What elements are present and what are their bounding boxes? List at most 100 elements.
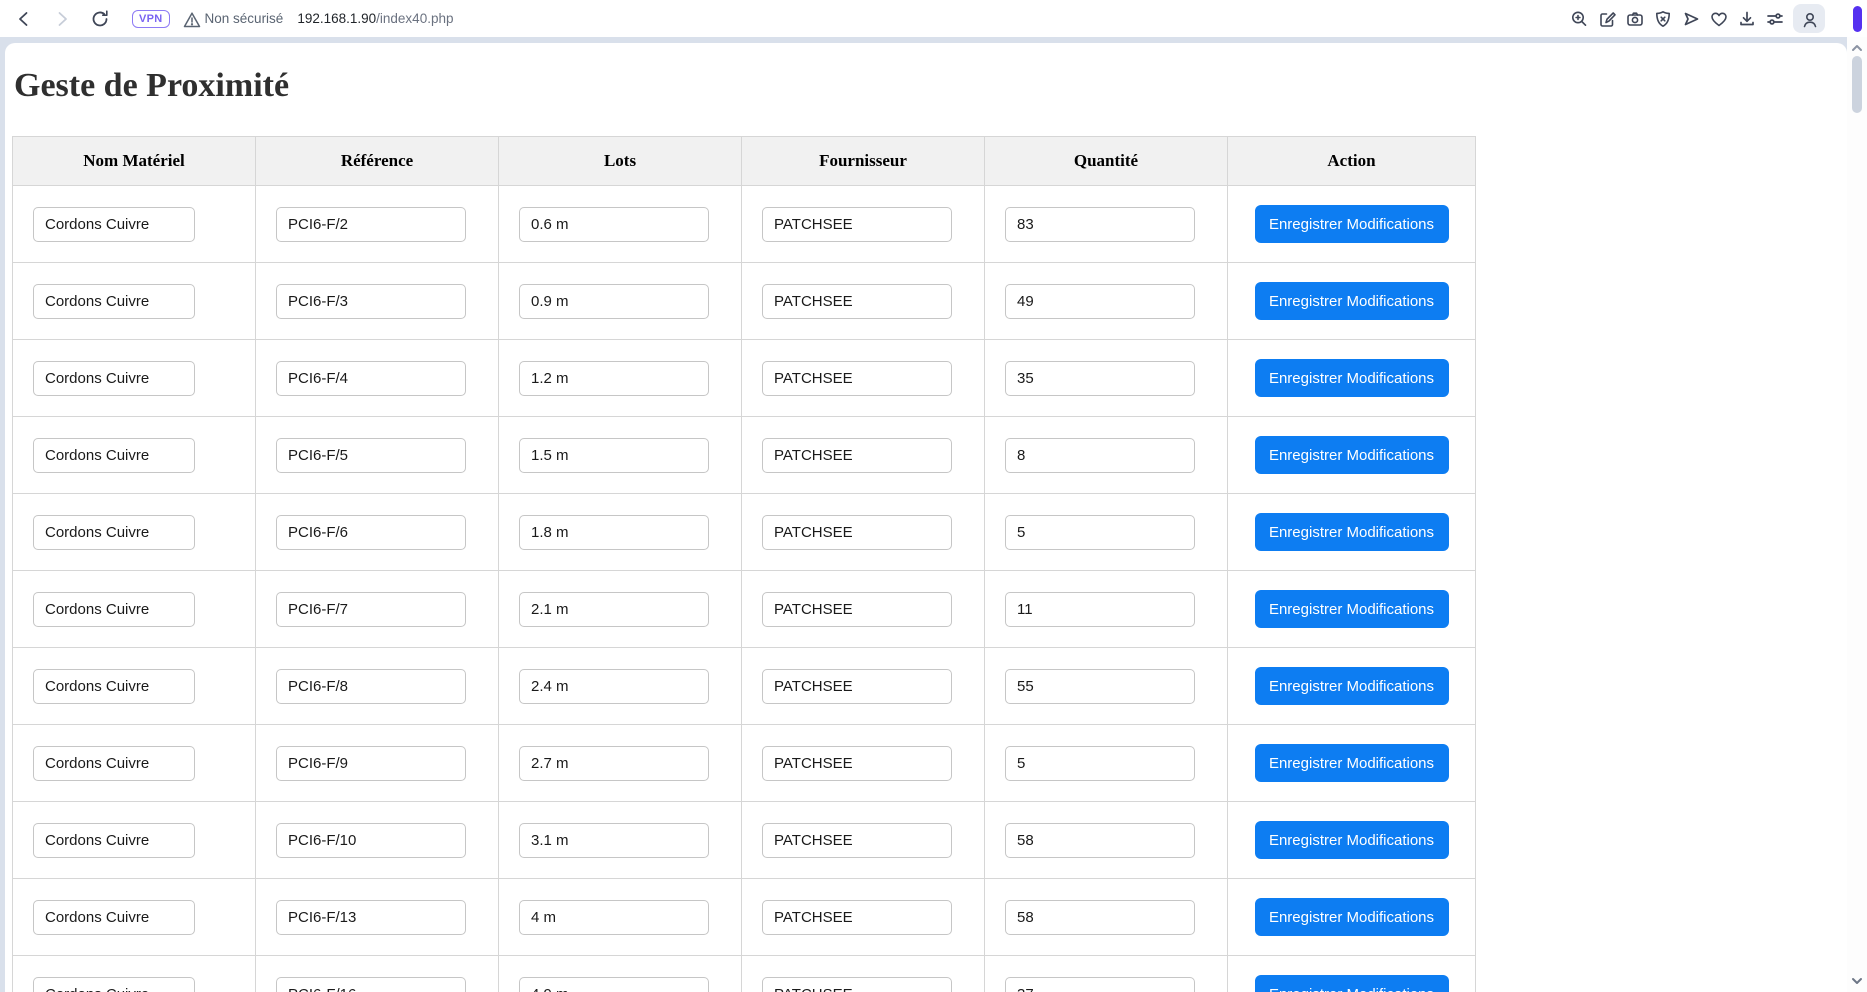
- quantite-input[interactable]: [1005, 592, 1195, 627]
- lots-input[interactable]: [519, 669, 709, 704]
- quantite-input[interactable]: [1005, 746, 1195, 781]
- reference-input[interactable]: [276, 207, 466, 242]
- fournisseur-input[interactable]: [762, 284, 952, 319]
- nom-materiel-input[interactable]: [33, 900, 195, 935]
- fournisseur-input[interactable]: [762, 669, 952, 704]
- column-header-nom-materiel: Nom Matériel: [13, 137, 256, 186]
- profile-person-icon: [1800, 10, 1818, 28]
- address-url[interactable]: 192.168.1.90/index40.php: [297, 11, 453, 26]
- fournisseur-input[interactable]: [762, 515, 952, 550]
- page-scrollbar[interactable]: [1847, 37, 1867, 992]
- url-path: /index40.php: [376, 11, 453, 26]
- quantite-input[interactable]: [1005, 669, 1195, 704]
- fournisseur-input[interactable]: [762, 592, 952, 627]
- reference-input[interactable]: [276, 977, 466, 992]
- favorites-heart-icon[interactable]: [1709, 9, 1729, 29]
- nom-materiel-input[interactable]: [33, 592, 195, 627]
- lots-input[interactable]: [519, 592, 709, 627]
- lots-input[interactable]: [519, 977, 709, 992]
- save-row-button[interactable]: Enregistrer Modifications: [1255, 744, 1449, 782]
- quantite-input[interactable]: [1005, 977, 1195, 992]
- save-row-button[interactable]: Enregistrer Modifications: [1255, 667, 1449, 705]
- reload-button[interactable]: [90, 9, 110, 29]
- material-row: Enregistrer Modifications: [13, 802, 1476, 879]
- scroll-up-arrow-icon[interactable]: [1850, 41, 1864, 55]
- save-row-button[interactable]: Enregistrer Modifications: [1255, 359, 1449, 397]
- lots-input[interactable]: [519, 746, 709, 781]
- reference-input[interactable]: [276, 823, 466, 858]
- nom-materiel-input[interactable]: [33, 361, 195, 396]
- camera-screenshot-icon[interactable]: [1625, 9, 1645, 29]
- lots-input[interactable]: [519, 284, 709, 319]
- quantite-input[interactable]: [1005, 438, 1195, 473]
- forward-button[interactable]: [52, 9, 72, 29]
- quantite-input[interactable]: [1005, 900, 1195, 935]
- save-row-button[interactable]: Enregistrer Modifications: [1255, 205, 1449, 243]
- material-row: Enregistrer Modifications: [13, 571, 1476, 648]
- save-row-button[interactable]: Enregistrer Modifications: [1255, 898, 1449, 936]
- fournisseur-input[interactable]: [762, 977, 952, 992]
- reference-input[interactable]: [276, 361, 466, 396]
- quantite-input[interactable]: [1005, 361, 1195, 396]
- edit-notes-icon[interactable]: [1597, 9, 1617, 29]
- lots-input[interactable]: [519, 823, 709, 858]
- nom-materiel-input[interactable]: [33, 438, 195, 473]
- save-row-button[interactable]: Enregistrer Modifications: [1255, 590, 1449, 628]
- fournisseur-input[interactable]: [762, 900, 952, 935]
- scrollbar-thumb[interactable]: [1852, 56, 1862, 113]
- lots-input[interactable]: [519, 438, 709, 473]
- lots-input[interactable]: [519, 361, 709, 396]
- save-row-button[interactable]: Enregistrer Modifications: [1255, 436, 1449, 474]
- materials-table: Nom Matériel Référence Lots Fournisseur …: [12, 136, 1476, 992]
- nom-materiel-input[interactable]: [33, 515, 195, 550]
- web-page: Geste de Proximité Nom Matériel Référenc…: [5, 43, 1847, 992]
- share-send-icon[interactable]: [1681, 9, 1701, 29]
- reference-input[interactable]: [276, 746, 466, 781]
- settings-tune-icon[interactable]: [1765, 9, 1785, 29]
- fournisseur-input[interactable]: [762, 361, 952, 396]
- save-row-button[interactable]: Enregistrer Modifications: [1255, 513, 1449, 551]
- save-row-button[interactable]: Enregistrer Modifications: [1255, 821, 1449, 859]
- material-row: Enregistrer Modifications: [13, 956, 1476, 992]
- vpn-badge[interactable]: VPN: [132, 10, 170, 28]
- profile-button[interactable]: [1793, 4, 1825, 33]
- lots-input[interactable]: [519, 900, 709, 935]
- material-row: Enregistrer Modifications: [13, 263, 1476, 340]
- quantite-input[interactable]: [1005, 284, 1195, 319]
- shield-block-icon[interactable]: [1653, 9, 1673, 29]
- lots-input[interactable]: [519, 515, 709, 550]
- material-row: Enregistrer Modifications: [13, 879, 1476, 956]
- nom-materiel-input[interactable]: [33, 207, 195, 242]
- reference-input[interactable]: [276, 438, 466, 473]
- nom-materiel-input[interactable]: [33, 746, 195, 781]
- toolbar-accent-pill: [1853, 6, 1862, 32]
- fournisseur-input[interactable]: [762, 438, 952, 473]
- reference-input[interactable]: [276, 284, 466, 319]
- column-header-fournisseur: Fournisseur: [742, 137, 985, 186]
- back-button[interactable]: [14, 9, 34, 29]
- reference-input[interactable]: [276, 669, 466, 704]
- fournisseur-input[interactable]: [762, 207, 952, 242]
- nom-materiel-input[interactable]: [33, 669, 195, 704]
- nom-materiel-input[interactable]: [33, 977, 195, 992]
- nom-materiel-input[interactable]: [33, 823, 195, 858]
- scroll-down-arrow-icon[interactable]: [1850, 974, 1864, 988]
- column-header-reference: Référence: [256, 137, 499, 186]
- reference-input[interactable]: [276, 515, 466, 550]
- fournisseur-input[interactable]: [762, 823, 952, 858]
- reference-input[interactable]: [276, 592, 466, 627]
- nom-materiel-input[interactable]: [33, 284, 195, 319]
- fournisseur-input[interactable]: [762, 746, 952, 781]
- quantite-input[interactable]: [1005, 823, 1195, 858]
- warning-triangle-icon: [182, 10, 199, 27]
- save-row-button[interactable]: Enregistrer Modifications: [1255, 975, 1449, 992]
- lots-input[interactable]: [519, 207, 709, 242]
- reference-input[interactable]: [276, 900, 466, 935]
- quantite-input[interactable]: [1005, 515, 1195, 550]
- download-icon[interactable]: [1737, 9, 1757, 29]
- page-title: Geste de Proximité: [14, 67, 1847, 105]
- quantite-input[interactable]: [1005, 207, 1195, 242]
- save-row-button[interactable]: Enregistrer Modifications: [1255, 282, 1449, 320]
- url-host: 192.168.1.90: [297, 11, 376, 26]
- zoom-search-icon[interactable]: [1569, 9, 1589, 29]
